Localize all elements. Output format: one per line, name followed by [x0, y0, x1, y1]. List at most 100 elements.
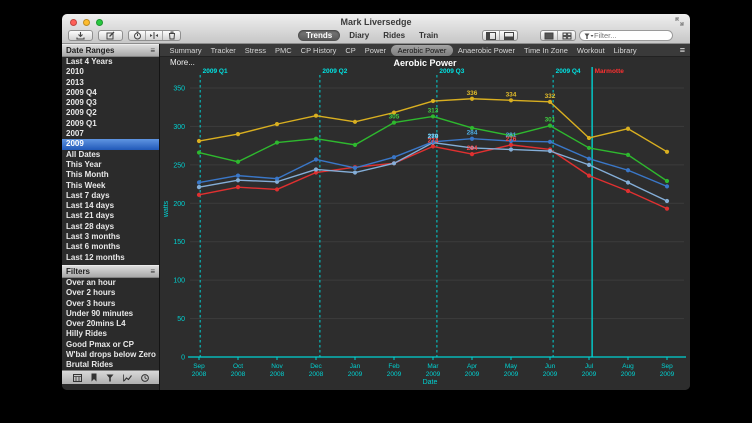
aerobic-power-chart[interactable]: 050100150200250300350Sep2008Oct2008Nov20… — [160, 57, 690, 390]
date-range-this-month[interactable]: This Month — [62, 170, 159, 180]
date-range-last-14-days[interactable]: Last 14 days — [62, 201, 159, 211]
date-range-last-28-days[interactable]: Last 28 days — [62, 222, 159, 232]
filter-over-3-hours[interactable]: Over 3 hours — [62, 299, 159, 309]
date-range-last-21-days[interactable]: Last 21 days — [62, 211, 159, 221]
filter-over-2-hours[interactable]: Over 2 hours — [62, 288, 159, 298]
view-tab-diary[interactable]: Diary — [344, 30, 374, 41]
funnel-icon — [584, 33, 594, 40]
tab-cp[interactable]: CP — [341, 45, 360, 56]
tab-pmc[interactable]: PMC — [271, 45, 297, 56]
date-range-2009[interactable]: 2009 — [62, 139, 159, 149]
svg-text:200: 200 — [173, 201, 185, 208]
fullscreen-icon[interactable] — [675, 17, 684, 26]
svg-text:336: 336 — [467, 90, 478, 97]
filter-input[interactable] — [594, 31, 664, 40]
download-button[interactable] — [68, 30, 93, 41]
date-range-2007[interactable]: 2007 — [62, 129, 159, 139]
date-range-last-7-days[interactable]: Last 7 days — [62, 191, 159, 201]
filter-field[interactable] — [579, 30, 673, 41]
view-tab-train[interactable]: Train — [414, 30, 443, 41]
tab-aerobic-power[interactable]: Aerobic Power — [391, 45, 454, 56]
filter-wbal-drops-below-zero[interactable]: W'bal drops below Zero — [62, 350, 159, 360]
date-range-2009-q3[interactable]: 2009 Q3 — [62, 98, 159, 108]
svg-text:350: 350 — [173, 86, 185, 93]
trash-button[interactable] — [163, 31, 180, 40]
lowbar-toggle[interactable] — [500, 31, 517, 40]
tab-library[interactable]: Library — [609, 45, 641, 56]
date-range-last-12-months[interactable]: Last 12 months — [62, 253, 159, 263]
date-range-last-6-months[interactable]: Last 6 months — [62, 242, 159, 252]
tab-cp-history[interactable]: CP History — [296, 45, 341, 56]
sidebar: Date Ranges ≡ Last 4 Years201020132009 Q… — [62, 44, 160, 390]
sidebar-left-toggle[interactable] — [483, 31, 500, 40]
date-range-this-week[interactable]: This Week — [62, 181, 159, 191]
svg-text:Jan2009: Jan2009 — [348, 363, 363, 378]
filters-menu-icon[interactable]: ≡ — [150, 267, 155, 276]
app-window: Mark Liversedge Tr — [62, 14, 690, 390]
svg-text:2009 Q2: 2009 Q2 — [322, 68, 347, 75]
svg-text:Jul2009: Jul2009 — [582, 363, 597, 378]
date-range-2009-q4[interactable]: 2009 Q4 — [62, 88, 159, 98]
bookmark-icon[interactable] — [91, 373, 97, 382]
date-ranges-header: Date Ranges ≡ — [62, 44, 159, 57]
date-range-2009-q2[interactable]: 2009 Q2 — [62, 108, 159, 118]
x-axis-label: Date — [423, 379, 438, 386]
tab-power[interactable]: Power — [360, 45, 390, 56]
date-range-this-year[interactable]: This Year — [62, 160, 159, 170]
svg-text:305: 305 — [389, 114, 400, 121]
funnel-small-icon[interactable] — [106, 374, 114, 382]
split-view-button[interactable] — [146, 31, 163, 40]
window-chrome: Mark Liversedge Tr — [62, 14, 690, 44]
clock-icon[interactable] — [141, 374, 149, 382]
svg-text:2009 Q1: 2009 Q1 — [203, 68, 228, 75]
stopwatch-button[interactable] — [129, 31, 146, 40]
svg-text:276: 276 — [506, 136, 517, 143]
svg-text:100: 100 — [173, 278, 185, 285]
date-range-2013[interactable]: 2013 — [62, 78, 159, 88]
date-range-last-4-years[interactable]: Last 4 Years — [62, 57, 159, 67]
tab-workout[interactable]: Workout — [572, 45, 609, 56]
layout-toggle-group — [540, 30, 576, 41]
tab-anaerobic-power[interactable]: Anaerobic Power — [453, 45, 519, 56]
tiled-view-icon — [562, 32, 572, 40]
compose-button[interactable] — [98, 30, 123, 41]
chart-menu-icon[interactable]: ≡ — [680, 45, 685, 55]
svg-text:274: 274 — [428, 137, 439, 144]
date-range-2009-q1[interactable]: 2009 Q1 — [62, 119, 159, 129]
chart-title: Aerobic Power — [160, 58, 690, 68]
chart-area: More... Aerobic Power 050100150200250300… — [160, 57, 690, 390]
calendar-icon[interactable] — [73, 374, 82, 382]
series-green — [197, 114, 669, 183]
svg-text:334: 334 — [506, 91, 517, 98]
svg-text:Marmotte: Marmotte — [595, 68, 625, 75]
date-ranges-menu-icon[interactable]: ≡ — [150, 46, 155, 55]
filter-under-90-minutes[interactable]: Under 90 minutes — [62, 309, 159, 319]
view-tab-trends[interactable]: Trends — [298, 30, 340, 41]
split-view-icon — [149, 31, 159, 40]
tab-summary[interactable]: Summary — [165, 45, 206, 56]
svg-text:150: 150 — [173, 239, 185, 246]
tab-stress[interactable]: Stress — [240, 45, 270, 56]
svg-text:Oct2008: Oct2008 — [231, 363, 246, 378]
filter-over-20mins-l4[interactable]: Over 20mins L4 — [62, 319, 159, 329]
view-tab-rides[interactable]: Rides — [378, 30, 410, 41]
svg-text:Sep2009: Sep2009 — [660, 363, 675, 378]
filter-hilly-rides[interactable]: Hilly Rides — [62, 329, 159, 339]
main-panel: SummaryTrackerStressPMCCP HistoryCPPower… — [160, 44, 690, 390]
filter-over-an-hour[interactable]: Over an hour — [62, 278, 159, 288]
date-range-all-dates[interactable]: All Dates — [62, 150, 159, 160]
svg-text:Nov2008: Nov2008 — [270, 363, 285, 378]
sidebar-bottom-bar — [62, 370, 159, 384]
single-view-toggle[interactable] — [541, 31, 558, 40]
tab-time-in-zone[interactable]: Time In Zone — [519, 45, 572, 56]
svg-text:Dec2008: Dec2008 — [309, 363, 324, 378]
sidebar-left-toggle-icon — [486, 32, 496, 40]
filter-good-pmax-or-cp[interactable]: Good Pmax or CP — [62, 340, 159, 350]
date-range-2010[interactable]: 2010 — [62, 67, 159, 77]
tiled-view-toggle[interactable] — [558, 31, 575, 40]
tool-button-group — [128, 30, 181, 41]
chart-icon[interactable] — [123, 374, 132, 382]
content: Date Ranges ≡ Last 4 Years201020132009 Q… — [62, 44, 690, 390]
tab-tracker[interactable]: Tracker — [206, 45, 240, 56]
date-range-last-3-months[interactable]: Last 3 months — [62, 232, 159, 242]
